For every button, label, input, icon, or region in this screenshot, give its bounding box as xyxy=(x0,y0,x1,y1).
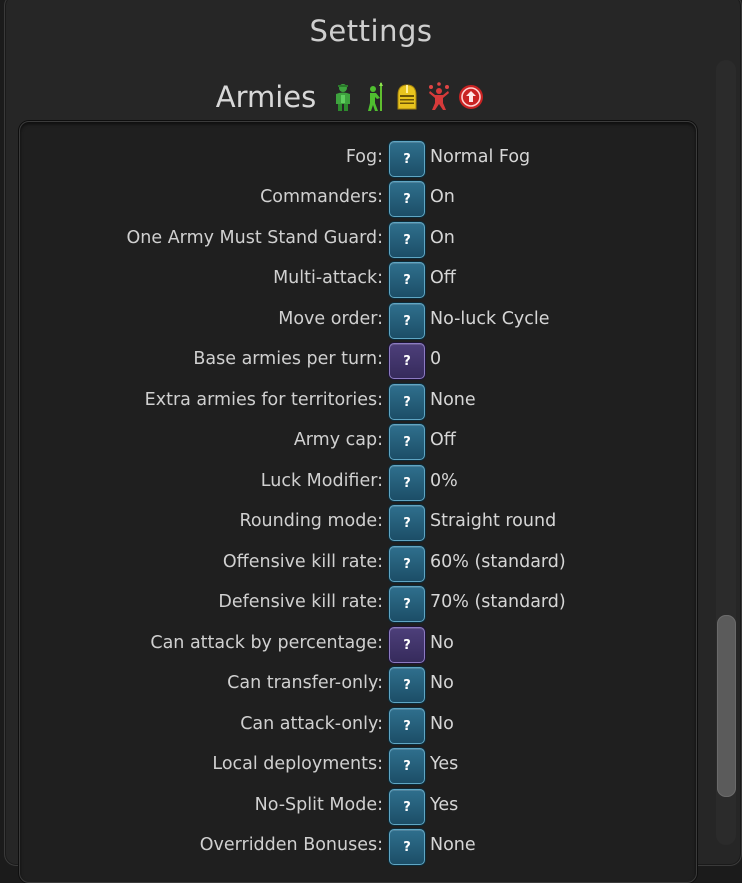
setting-label: Multi-attack: xyxy=(273,268,383,288)
help-button[interactable]: ? xyxy=(389,627,425,663)
setting-label: Can transfer-only: xyxy=(227,673,383,693)
setting-label: Extra armies for territories: xyxy=(144,390,383,410)
setting-label: Fog: xyxy=(345,147,383,167)
setting-row: Multi-attack:? Off xyxy=(20,262,696,298)
setting-row: Can transfer-only:? No xyxy=(20,667,696,703)
setting-value: No xyxy=(430,714,454,734)
setting-value: 0 xyxy=(430,349,442,369)
setting-label: Can attack-only: xyxy=(240,714,383,734)
help-button[interactable]: ? xyxy=(389,465,425,501)
help-button[interactable]: ? xyxy=(389,667,425,703)
help-button[interactable]: ? xyxy=(389,343,425,379)
setting-value: 70% (standard) xyxy=(430,592,566,612)
help-button[interactable]: ? xyxy=(389,424,425,460)
setting-value: No xyxy=(430,633,454,653)
setting-label: Rounding mode: xyxy=(239,511,383,531)
help-button[interactable]: ? xyxy=(389,303,425,339)
scrollbar-thumb[interactable] xyxy=(717,615,736,797)
help-button[interactable]: ? xyxy=(389,181,425,217)
setting-value: Off xyxy=(430,268,456,288)
help-button[interactable]: ? xyxy=(389,546,425,582)
juggler-icon xyxy=(429,82,450,110)
setting-row: One Army Must Stand Guard:? On xyxy=(20,222,696,258)
setting-value: 0% xyxy=(430,471,458,491)
setting-value: Normal Fog xyxy=(430,147,531,167)
setting-row: Rounding mode:? Straight round xyxy=(20,505,696,541)
help-button[interactable]: ? xyxy=(389,789,425,825)
setting-value: On xyxy=(430,187,455,207)
setting-label: Overridden Bonuses: xyxy=(199,835,383,855)
setting-value: Yes xyxy=(430,795,459,815)
help-button[interactable]: ? xyxy=(389,708,425,744)
setting-row: Offensive kill rate:? 60% (standard) xyxy=(20,546,696,582)
setting-label: Base armies per turn: xyxy=(193,349,383,369)
help-button[interactable]: ? xyxy=(389,829,425,865)
setting-label: Defensive kill rate: xyxy=(218,592,383,612)
red-circle-arrow-icon xyxy=(459,85,484,109)
setting-row: Defensive kill rate:? 70% (standard) xyxy=(20,586,696,622)
setting-value: No xyxy=(430,673,454,693)
setting-value: Yes xyxy=(430,754,459,774)
setting-value: Straight round xyxy=(430,511,557,531)
setting-row: Army cap:? Off xyxy=(20,424,696,460)
setting-value: On xyxy=(430,228,455,248)
soldier-spear-icon xyxy=(368,82,384,111)
setting-row: Local deployments:? Yes xyxy=(20,748,696,784)
setting-row: Move order:? No-luck Cycle xyxy=(20,303,696,339)
help-button[interactable]: ? xyxy=(389,141,425,177)
setting-label: Offensive kill rate: xyxy=(222,552,383,572)
setting-value: Off xyxy=(430,430,456,450)
setting-value: None xyxy=(430,390,476,410)
setting-value: None xyxy=(430,835,476,855)
setting-row: Can attack-only:? No xyxy=(20,708,696,744)
setting-row: Extra armies for territories:? None xyxy=(20,384,696,420)
setting-row: Luck Modifier:? 0% xyxy=(20,465,696,501)
setting-label: One Army Must Stand Guard: xyxy=(126,228,383,248)
setting-label: Commanders: xyxy=(260,187,383,207)
settings-panel: Fog:? Normal Fog Commanders:? On One Army Mu… xyxy=(19,121,697,883)
setting-row: Can attack by percentage:? No xyxy=(20,627,696,663)
setting-label: Luck Modifier: xyxy=(260,471,383,491)
dialog-title: Settings xyxy=(309,14,433,48)
setting-value: 60% (standard) xyxy=(430,552,566,572)
setting-label: Move order: xyxy=(278,309,383,329)
commander-icon xyxy=(336,84,351,111)
helmet-icon xyxy=(397,84,417,110)
help-button[interactable]: ? xyxy=(389,748,425,784)
setting-row: Overridden Bonuses:? None xyxy=(20,829,696,865)
setting-row: Base armies per turn:? 0 xyxy=(20,343,696,379)
section-title: Armies xyxy=(215,80,317,114)
setting-row: No-Split Mode:? Yes xyxy=(20,789,696,825)
help-button[interactable]: ? xyxy=(389,505,425,541)
setting-row: Fog:? Normal Fog xyxy=(20,141,696,177)
section-header: Armies xyxy=(0,80,700,114)
help-button[interactable]: ? xyxy=(389,262,425,298)
setting-label: No-Split Mode: xyxy=(254,795,383,815)
help-button[interactable]: ? xyxy=(389,222,425,258)
setting-label: Can attack by percentage: xyxy=(150,633,383,653)
setting-value: No-luck Cycle xyxy=(430,309,550,329)
setting-label: Army cap: xyxy=(293,430,383,450)
help-button[interactable]: ? xyxy=(389,384,425,420)
help-button[interactable]: ? xyxy=(389,586,425,622)
setting-label: Local deployments: xyxy=(212,754,383,774)
setting-row: Commanders:? On xyxy=(20,181,696,217)
